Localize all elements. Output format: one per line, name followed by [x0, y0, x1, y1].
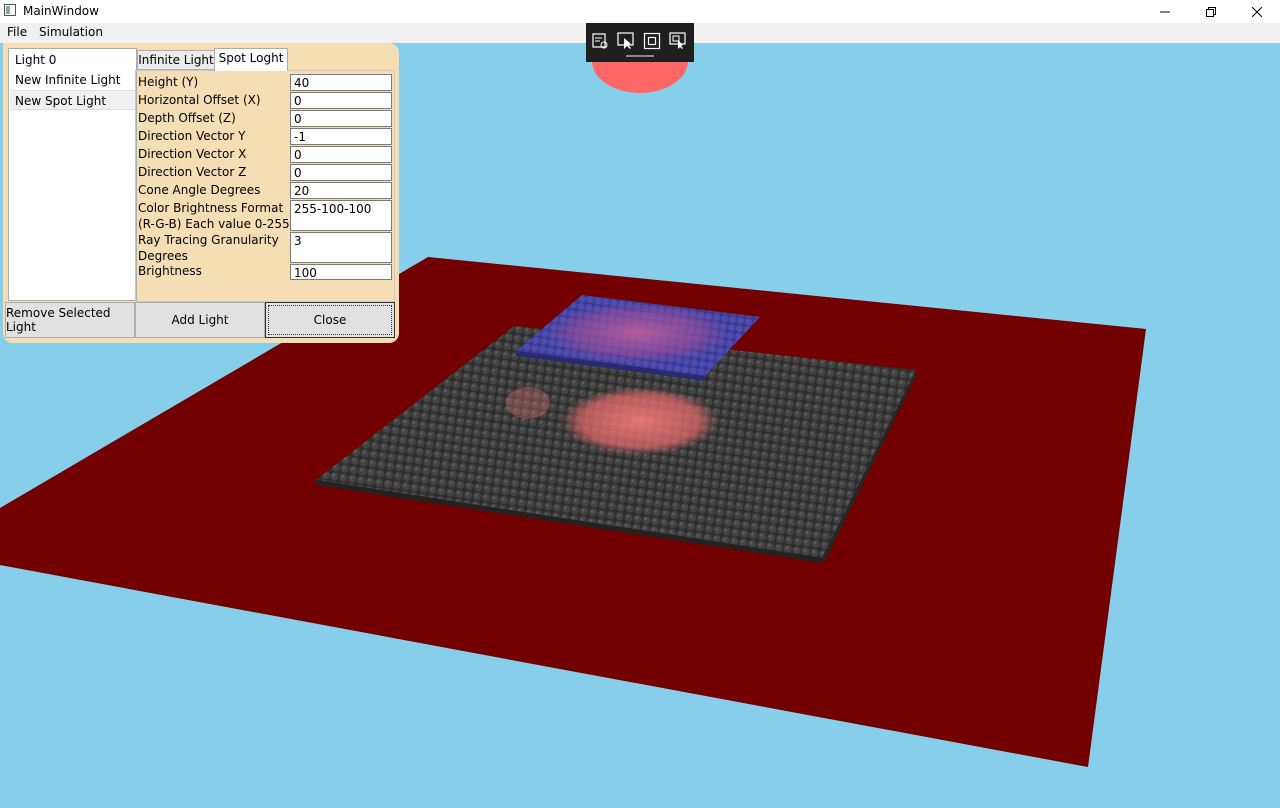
menu-file[interactable]: File [7, 25, 27, 39]
live-visual-tree-button[interactable] [589, 30, 611, 52]
restore-button[interactable] [1188, 0, 1234, 23]
track-focused-element-icon [669, 32, 686, 49]
direction-y-input[interactable]: -1 [290, 128, 392, 145]
brightness-label: Brightness [138, 264, 202, 278]
cone-angle-input[interactable]: 20 [290, 182, 392, 199]
add-light-button[interactable]: Add Light [135, 302, 265, 338]
direction-z-label: Direction Vector Z [138, 165, 247, 179]
select-element-icon [617, 32, 634, 49]
menu-simulation[interactable]: Simulation [39, 25, 103, 39]
select-element-button[interactable] [615, 30, 637, 52]
ray-tracing-granularity-label: Ray Tracing Granularity Degrees [138, 233, 279, 263]
spot-light-reflection [506, 387, 550, 419]
live-visual-tree-icon [592, 33, 608, 49]
restore-icon [1206, 6, 1216, 17]
light-list-item[interactable]: Light 0 [10, 50, 136, 70]
display-layout-adorners-button[interactable] [641, 30, 663, 52]
close-button[interactable]: Close [265, 302, 395, 338]
color-brightness-label: Color Brightness Format (R-G-B) Each val… [138, 201, 290, 231]
toolbar-drag-handle[interactable] [626, 55, 654, 57]
direction-x-label: Direction Vector X [138, 147, 247, 161]
tab-infinite-light[interactable]: Infinite Light [137, 50, 215, 70]
brightness-input[interactable]: 100 [290, 264, 392, 280]
ray-tracing-granularity-input[interactable]: 3 [290, 232, 392, 263]
light-list-item[interactable]: New Infinite Light [10, 70, 136, 90]
track-focused-element-button[interactable] [667, 30, 689, 52]
debug-toolbar [586, 23, 694, 62]
tab-spot-light[interactable]: Spot Loght [214, 48, 288, 71]
lights-list[interactable]: Light 0 New Infinite Light New Spot Ligh… [8, 48, 137, 301]
height-label: Height (Y) [138, 75, 199, 89]
horizontal-offset-input[interactable]: 0 [290, 92, 392, 109]
light-list-item-selected[interactable]: New Spot Light [10, 90, 136, 110]
height-input[interactable]: 40 [290, 74, 392, 91]
direction-z-input[interactable]: 0 [290, 164, 392, 181]
title-bar: MainWindow [0, 0, 1280, 23]
window-title: MainWindow [23, 4, 99, 18]
lights-panel: Light 0 New Infinite Light New Spot Ligh… [3, 43, 399, 343]
remove-selected-light-button[interactable]: Remove Selected Light [5, 302, 135, 338]
cone-angle-label: Cone Angle Degrees [138, 183, 261, 197]
color-brightness-input[interactable]: 255-100-100 [290, 200, 392, 231]
depth-offset-label: Depth Offset (Z) [138, 111, 236, 125]
window-app-icon [4, 4, 16, 16]
minimize-button[interactable] [1142, 0, 1188, 23]
direction-y-label: Direction Vector Y [138, 129, 246, 143]
depth-offset-input[interactable]: 0 [290, 110, 392, 127]
raised-block-light [546, 303, 730, 363]
close-icon [1252, 6, 1262, 17]
spot-light-area [562, 387, 718, 455]
horizontal-offset-label: Horizontal Offset (X) [138, 93, 261, 107]
close-window-button[interactable] [1234, 0, 1280, 23]
display-layout-adorners-icon [643, 32, 661, 50]
direction-x-input[interactable]: 0 [290, 146, 392, 163]
minimize-icon [1160, 11, 1170, 12]
